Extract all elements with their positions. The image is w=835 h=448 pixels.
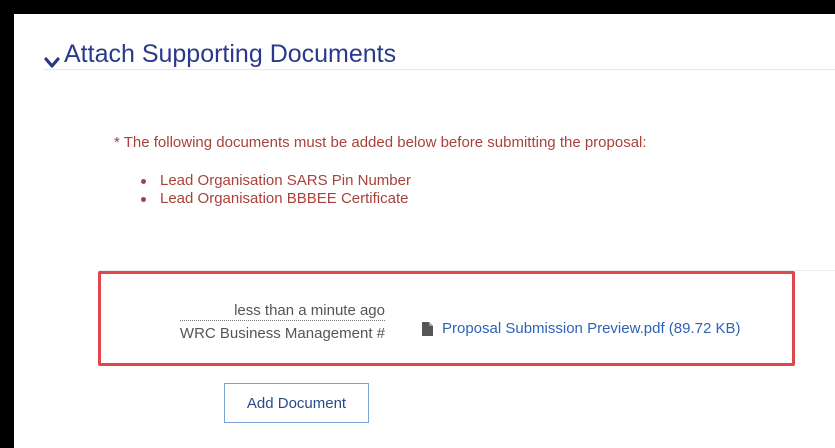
requirement-item: Lead Organisation SARS Pin Number: [138, 172, 411, 190]
document-file-row: Proposal Submission Preview.pdf (89.72 K…: [422, 320, 740, 337]
requirements-notice: * The following documents must be added …: [114, 134, 647, 151]
section-header[interactable]: Attach Supporting Documents: [44, 40, 396, 69]
chevron-down-icon[interactable]: [44, 48, 60, 68]
document-file-link[interactable]: Proposal Submission Preview.pdf (89.72 K…: [442, 320, 740, 337]
requirement-item: Lead Organisation BBBEE Certificate: [138, 190, 411, 208]
document-meta: less than a minute ago WRC Business Mana…: [179, 302, 385, 343]
document-owner: WRC Business Management #: [179, 325, 385, 342]
attach-documents-panel: Attach Supporting Documents * The follow…: [14, 14, 835, 448]
section-title: Attach Supporting Documents: [64, 40, 397, 68]
document-timestamp: less than a minute ago: [179, 302, 385, 321]
header-divider: [44, 69, 835, 70]
add-document-button[interactable]: Add Document: [224, 383, 369, 423]
requirements-list: Lead Organisation SARS Pin Number Lead O…: [138, 172, 411, 208]
file-icon: [422, 321, 433, 336]
